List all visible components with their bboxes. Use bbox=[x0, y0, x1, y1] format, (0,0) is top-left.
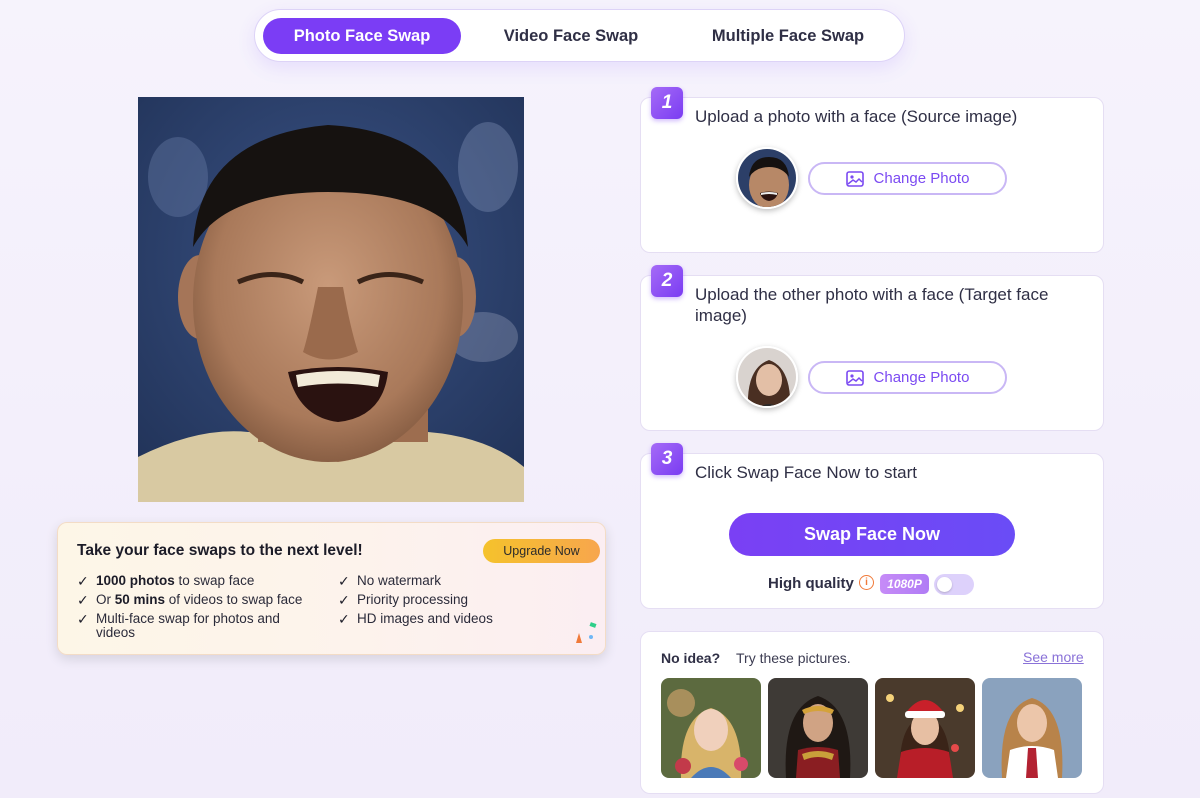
check-icon: ✓ bbox=[77, 592, 89, 608]
tab-video-face-swap[interactable]: Video Face Swap bbox=[471, 18, 671, 54]
promo-title: Take your face swaps to the next level! bbox=[77, 542, 363, 559]
step-1-badge: 1 bbox=[651, 87, 683, 119]
target-face-thumbnail[interactable] bbox=[736, 346, 798, 408]
sample-picture-1[interactable] bbox=[661, 678, 761, 778]
try-these-label: Try these pictures. bbox=[736, 650, 851, 666]
sample-picture-2[interactable] bbox=[768, 678, 868, 778]
no-idea-label: No idea? bbox=[661, 650, 721, 666]
tab-photo-face-swap[interactable]: Photo Face Swap bbox=[263, 18, 461, 54]
swap-mode-tabs: Photo Face Swap Video Face Swap Multiple… bbox=[254, 9, 905, 62]
toggle-knob bbox=[937, 577, 952, 592]
swap-face-now-button[interactable]: Swap Face Now bbox=[729, 513, 1015, 556]
source-face-thumbnail[interactable] bbox=[736, 147, 798, 209]
resolution-badge: 1080P bbox=[880, 574, 929, 594]
upgrade-promo-card: Take your face swaps to the next level! … bbox=[57, 522, 606, 655]
feature-hd: ✓ HD images and videos bbox=[338, 611, 493, 627]
high-quality-toggle[interactable] bbox=[934, 574, 974, 595]
high-quality-label: High quality bbox=[768, 575, 854, 592]
change-target-photo-button[interactable]: Change Photo bbox=[808, 361, 1007, 394]
sample-picture-4[interactable] bbox=[982, 678, 1082, 778]
info-icon[interactable]: i bbox=[859, 575, 874, 590]
upgrade-now-button[interactable]: Upgrade Now bbox=[483, 539, 600, 563]
result-preview-image bbox=[138, 97, 524, 502]
see-more-link[interactable]: See more bbox=[1023, 649, 1084, 665]
check-icon: ✓ bbox=[338, 611, 350, 627]
step-2-badge: 2 bbox=[651, 265, 683, 297]
feature-multi-face: ✓ Multi-face swap for photos and videos bbox=[77, 611, 280, 640]
feature-priority: ✓ Priority processing bbox=[338, 592, 469, 608]
check-icon: ✓ bbox=[77, 573, 89, 589]
step-2-text: Upload the other photo with a face (Targ… bbox=[695, 285, 1049, 325]
change-source-photo-button[interactable]: Change Photo bbox=[808, 162, 1007, 195]
image-icon bbox=[845, 369, 864, 386]
step-1-text: Upload a photo with a face (Source image… bbox=[695, 107, 1018, 126]
check-icon: ✓ bbox=[77, 611, 89, 627]
check-icon: ✓ bbox=[338, 573, 350, 589]
step-3-badge: 3 bbox=[651, 443, 683, 475]
check-icon: ✓ bbox=[338, 592, 350, 608]
confetti-icon bbox=[576, 622, 597, 643]
step-3-text: Click Swap Face Now to start bbox=[695, 463, 918, 482]
image-icon bbox=[845, 170, 864, 187]
feature-photos: ✓ 1000 photos to swap face bbox=[77, 573, 255, 589]
feature-videos: ✓ Or 50 mins of videos to swap face bbox=[77, 592, 303, 608]
tab-multiple-face-swap[interactable]: Multiple Face Swap bbox=[685, 18, 891, 54]
sample-picture-3[interactable] bbox=[875, 678, 975, 778]
feature-no-watermark: ✓ No watermark bbox=[338, 573, 442, 589]
